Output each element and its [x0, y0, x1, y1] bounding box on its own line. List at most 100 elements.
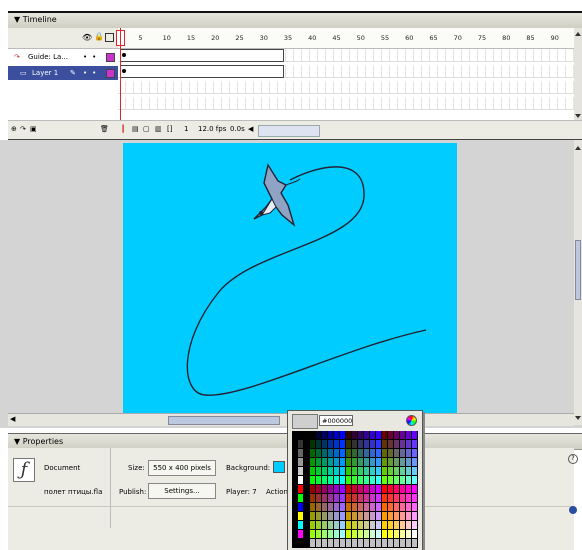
timeline-title: ▼ Timeline — [14, 15, 57, 24]
stage-canvas[interactable] — [123, 143, 457, 415]
stage-artwork — [186, 163, 427, 396]
properties-title: ▼ Properties — [14, 437, 64, 446]
ruler-tick: 30 — [259, 34, 268, 42]
add-folder-icon[interactable]: ▣ — [30, 125, 37, 133]
color-swatch[interactable] — [412, 539, 418, 548]
layer-name: Guide: La... — [28, 53, 69, 61]
background-label: Background: — [226, 464, 271, 472]
add-layer-icon[interactable]: ⊕ — [11, 125, 17, 133]
background-color-swatch[interactable] — [273, 461, 285, 473]
frame-ruler[interactable]: 151015202530354045505560657075808590 — [118, 28, 574, 49]
color-swatch[interactable] — [412, 431, 418, 440]
layer-column-header: 👁 🔒 — [8, 28, 118, 49]
outline-icon[interactable] — [105, 33, 114, 42]
ruler-tick: 20 — [211, 34, 220, 42]
flash-window: ▼ Timeline 👁 🔒 ↷ Guide: La... •• ▭ Layer… — [0, 0, 582, 550]
trash-icon[interactable]: 🗑 — [100, 125, 109, 133]
ruler-tick: 5 — [138, 34, 143, 42]
ruler-tick: 10 — [162, 34, 171, 42]
lock-icon[interactable]: 🔒 — [94, 32, 104, 41]
scroll-up-icon[interactable] — [575, 146, 581, 150]
layer-toggles[interactable]: •• — [83, 66, 101, 80]
color-swatch[interactable] — [412, 512, 418, 521]
ruler-tick: 65 — [429, 34, 438, 42]
timeline-header[interactable]: ▼ Timeline — [8, 11, 582, 29]
scroll-down-icon[interactable] — [575, 114, 581, 118]
help-icon[interactable]: ? — [568, 454, 578, 464]
publish-label: Publish: — [119, 488, 147, 496]
size-button[interactable]: 550 x 400 pixels — [148, 460, 216, 476]
layer-toggles[interactable]: •• — [83, 50, 101, 64]
publish-settings-button[interactable]: Settings... — [148, 483, 216, 499]
pencil-icon: ✎ — [70, 69, 76, 77]
layer-row-layer1[interactable]: ▭ Layer 1 ✎ •• — [8, 66, 118, 80]
color-swatch[interactable] — [412, 521, 418, 530]
stage-vscroll-thumb[interactable] — [575, 240, 581, 300]
edit-frames-icon[interactable]: ▥ — [155, 125, 162, 133]
onion-outline-icon[interactable]: ▢ — [143, 125, 150, 133]
scroll-up-icon[interactable] — [575, 32, 581, 36]
ruler-tick: 90 — [550, 34, 559, 42]
layer-list: 👁 🔒 ↷ Guide: La... •• ▭ Layer 1 ✎ •• — [8, 28, 119, 124]
accessibility-icon[interactable] — [569, 506, 577, 514]
elapsed-time: 0.0s — [230, 125, 245, 133]
scroll-down-icon[interactable] — [575, 416, 581, 420]
bird-icon[interactable] — [253, 163, 301, 228]
stage-area — [0, 140, 582, 428]
layer-color-swatch[interactable] — [106, 69, 115, 78]
color-picker-popup: #000000 — [287, 410, 423, 550]
layer-icon: ▭ — [20, 69, 27, 77]
ruler-tick: 85 — [526, 34, 535, 42]
hex-color-input[interactable]: #000000 — [319, 415, 353, 426]
size-label: Size: — [128, 464, 145, 472]
frame-row-empty — [118, 97, 574, 110]
frame-rate[interactable]: 12.0 fps — [198, 125, 226, 133]
color-swatch[interactable] — [412, 485, 418, 494]
color-wheel-icon[interactable] — [406, 415, 417, 426]
ruler-tick: 35 — [283, 34, 293, 42]
color-swatch[interactable] — [412, 458, 418, 467]
color-swatch[interactable] — [412, 467, 418, 476]
stage-hscroll-thumb[interactable] — [168, 416, 280, 425]
color-swatch[interactable] — [412, 476, 418, 485]
ruler-tick: 80 — [502, 34, 511, 42]
frame-grid[interactable] — [118, 49, 574, 124]
layer-row-guide[interactable]: ↷ Guide: La... •• — [8, 50, 118, 64]
layer-color-swatch[interactable] — [106, 53, 115, 62]
center-frame-icon[interactable]: ┃ — [121, 125, 125, 133]
onion-skin-icon[interactable]: ▤ — [132, 125, 139, 133]
flash-document-icon: ƒ — [13, 458, 35, 482]
playhead[interactable] — [120, 28, 121, 120]
ruler-tick: 55 — [380, 34, 390, 42]
actionscript-label: Action — [266, 488, 288, 496]
motion-guide-path[interactable] — [186, 166, 427, 396]
onion-markers-icon[interactable]: [] — [167, 125, 172, 133]
scroll-left-icon[interactable]: ◀ — [10, 415, 15, 423]
add-guide-icon[interactable]: ↷ — [20, 125, 26, 133]
frame-row-guide[interactable] — [118, 49, 574, 62]
ruler-tick: 40 — [308, 34, 317, 42]
eye-icon[interactable]: 👁 — [82, 33, 92, 42]
color-swatch[interactable] — [412, 494, 418, 503]
stage-vscroll[interactable] — [574, 140, 582, 425]
timeline-vscroll[interactable] — [574, 28, 582, 124]
ruler-tick: 60 — [405, 34, 414, 42]
ruler-tick: 15 — [186, 34, 196, 42]
color-swatch[interactable] — [412, 530, 418, 539]
ruler-tick: 70 — [453, 34, 462, 42]
player-version: Player: 7 — [226, 488, 257, 496]
current-frame: 1 — [184, 125, 189, 133]
color-swatch[interactable] — [412, 503, 418, 512]
ruler-tick: 75 — [477, 34, 487, 42]
color-swatch[interactable] — [412, 449, 418, 458]
layer-name: Layer 1 — [32, 69, 59, 77]
swatch-grid[interactable] — [292, 431, 418, 548]
frame-span[interactable] — [120, 49, 284, 62]
timeline-hscroll-thumb[interactable] — [258, 125, 320, 137]
scroll-left-icon[interactable]: ◀ — [248, 125, 253, 133]
divider — [110, 448, 111, 528]
frame-span[interactable] — [120, 65, 284, 78]
frame-row-layer1[interactable] — [118, 65, 574, 78]
color-swatch[interactable] — [412, 440, 418, 449]
keyframe-dot — [122, 69, 126, 73]
